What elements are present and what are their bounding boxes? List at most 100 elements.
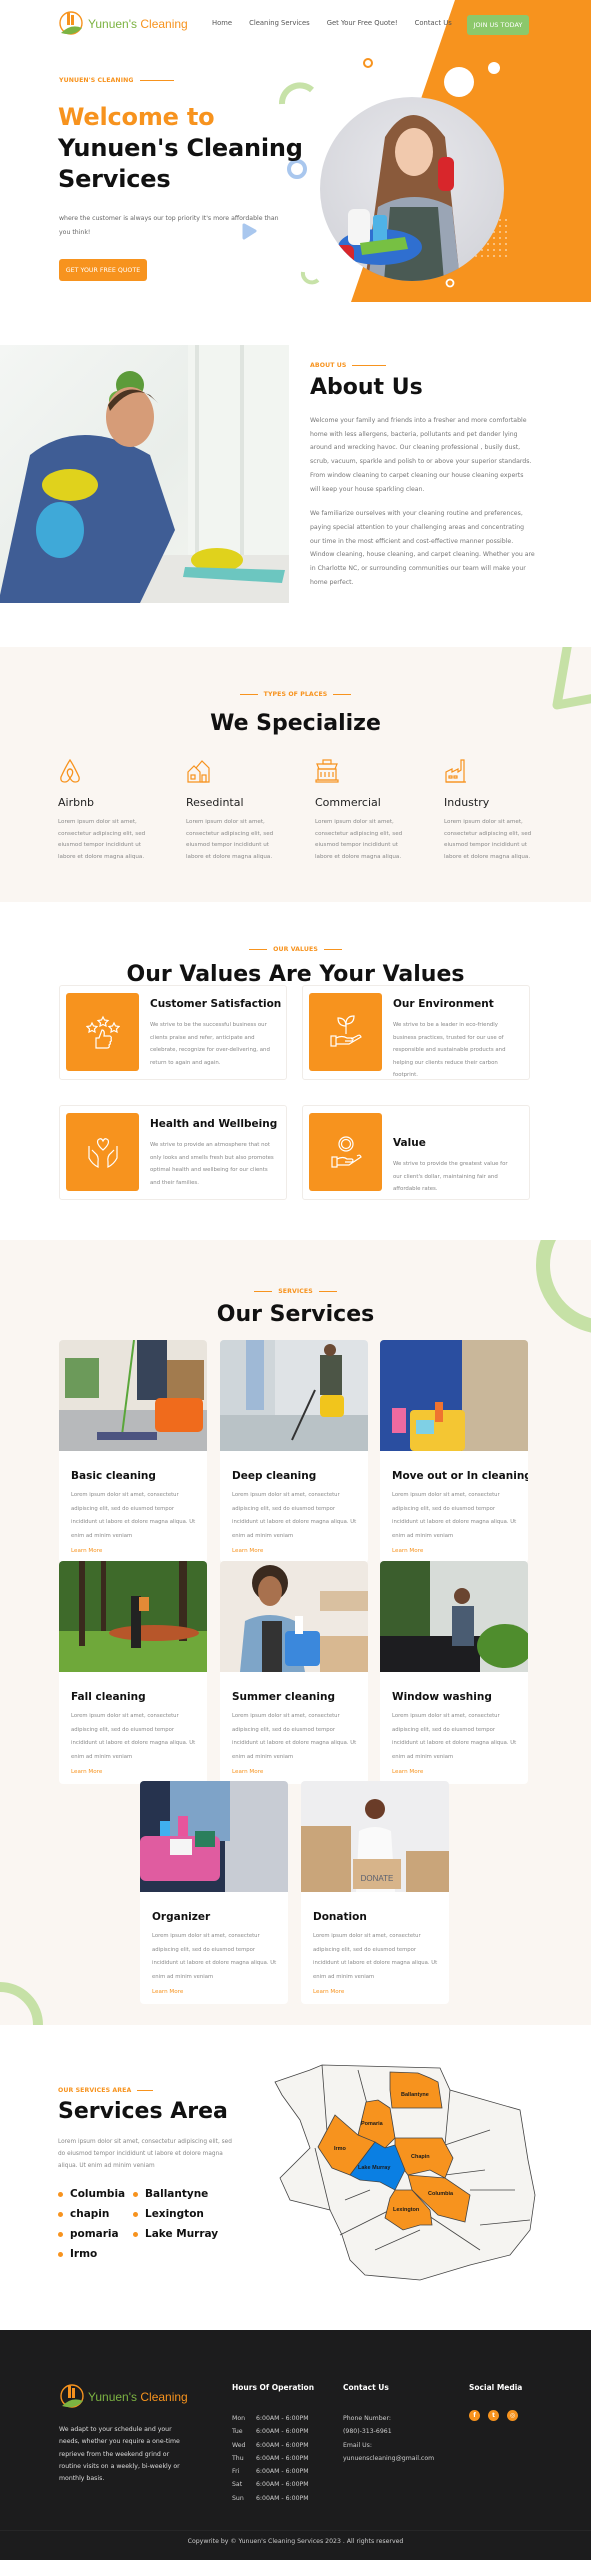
about-paragraph: Welcome your family and friends into a f… — [310, 417, 532, 493]
value-title: Customer Satisfaction — [150, 998, 282, 1010]
learn-more-link[interactable]: Learn More — [392, 1548, 528, 1554]
area-list-item: Irmo — [58, 2248, 133, 2260]
decor-shape — [552, 647, 591, 710]
area-title: Services Area — [58, 2099, 228, 2124]
value-card-our-environment: Our Environment We strive to be a leader… — [302, 985, 530, 1080]
service-title: Donation — [313, 1911, 367, 1923]
value-text: We strive to provide an atmosphere that … — [150, 1142, 274, 1186]
specialize-title: We Specialize — [210, 711, 381, 736]
hero-title: Welcome to Yunuen's Cleaning Services — [58, 103, 303, 193]
service-photo-cleaning-supplies — [140, 1781, 288, 1892]
heart-hands-icon — [87, 1138, 118, 1168]
hours-row: Wed 6:00AM - 6:00PM — [232, 2441, 309, 2449]
services-section: SERVICES Our Services Basic cleaning Lor… — [0, 1240, 591, 2025]
email-link[interactable]: yunuenscleaning@gmail.com — [343, 2452, 434, 2465]
service-card-basic-cleaning[interactable]: Basic cleaning Lorem ipsum dolor sit ame… — [59, 1340, 207, 1563]
hours-row: Mon 6:00AM - 6:00PM — [232, 2415, 309, 2422]
service-text: Lorem ipsum dolor sit amet, consectetur … — [392, 1492, 517, 1539]
specialize-item-text: Lorem ipsum dolor sit amet, consectetur … — [444, 819, 532, 860]
learn-more-link[interactable]: Learn More — [152, 1989, 288, 1995]
area-list-item: Columbia — [58, 2188, 133, 2200]
service-photo-leaf-blower — [59, 1561, 207, 1672]
services-area-map: Ballantyne Pomaria Irmo Chapin Lake Murr… — [274, 2064, 536, 2281]
service-text: Lorem ipsum dolor sit amet, consectetur … — [313, 1933, 438, 1980]
free-quote-button[interactable]: GET YOUR FREE QUOTE — [59, 259, 147, 281]
learn-more-link[interactable]: Learn More — [71, 1548, 207, 1554]
about-kicker: ABOUT US — [310, 362, 535, 369]
area-list-item: Lake Murray — [133, 2228, 223, 2240]
footer-about: We adapt to your schedule and your needs… — [59, 2426, 180, 2483]
value-title: Value — [393, 1137, 426, 1149]
services-title: Our Services — [216, 1302, 375, 1327]
stars-thumbs-up-icon — [85, 1015, 120, 1049]
logo-icon — [59, 11, 83, 35]
specialize-item-commercial: Commercial Lorem ipsum dolor sit amet, c… — [315, 758, 444, 863]
map-label: Chapin — [411, 2154, 430, 2160]
area-description: Lorem ipsum dolor sit amet, consectetur … — [58, 2139, 232, 2169]
service-title: Window washing — [392, 1691, 492, 1703]
footer-contact: Contact Us Phone Number: (980)-313-6961 … — [343, 2383, 434, 2465]
hours-row: Tue 6:00AM - 6:00PM — [232, 2428, 309, 2436]
phone-link[interactable]: (980)-313-6961 — [343, 2425, 434, 2438]
service-text: Lorem ipsum dolor sit amet, consectetur … — [71, 1492, 196, 1539]
service-card-deep-cleaning[interactable]: Deep cleaning Lorem ipsum dolor sit amet… — [220, 1340, 368, 1563]
service-title: Organizer — [152, 1911, 211, 1923]
footer-logo[interactable]: Yunuen's Cleaning — [59, 2382, 188, 2412]
specialize-item-text: Lorem ipsum dolor sit amet, consectetur … — [58, 819, 146, 860]
specialize-item-title: Industry — [444, 796, 490, 809]
service-card-fall-cleaning[interactable]: Fall cleaning Lorem ipsum dolor sit amet… — [59, 1561, 207, 1784]
learn-more-link[interactable]: Learn More — [313, 1989, 449, 1995]
service-card-window-washing[interactable]: Window washing Lorem ipsum dolor sit ame… — [380, 1561, 528, 1784]
value-text: We strive to be a leader in eco-friendly… — [393, 1022, 506, 1078]
instagram-icon[interactable]: ◎ — [507, 2410, 518, 2421]
nav-contact-us[interactable]: Contact Us — [415, 19, 452, 27]
hero-section: Yunuen's Cleaning Home Cleaning Services… — [0, 0, 591, 302]
learn-more-link[interactable]: Learn More — [232, 1548, 368, 1554]
specialize-item-title: Commercial — [315, 796, 381, 809]
main-nav: Home Cleaning Services Get Your Free Quo… — [212, 19, 452, 27]
hero-photo-cleaning-woman — [320, 97, 504, 281]
area-kicker: OUR SERVICES AREA — [58, 2087, 154, 2094]
social-title: Social Media — [469, 2383, 523, 2392]
facebook-icon[interactable]: f — [469, 2410, 480, 2421]
service-card-organizer[interactable]: Organizer Lorem ipsum dolor sit amet, co… — [140, 1781, 288, 2004]
service-title: Fall cleaning — [71, 1691, 146, 1703]
airbnb-icon — [60, 758, 80, 783]
specialize-item-airbnb: Airbnb Lorem ipsum dolor sit amet, conse… — [58, 758, 187, 863]
service-card-move-cleaning[interactable]: Move out or In cleaning Lorem ipsum dolo… — [380, 1340, 528, 1563]
service-card-donation[interactable]: DONATE Donation Lorem ipsum dolor sit am… — [301, 1781, 449, 2004]
learn-more-link[interactable]: Learn More — [71, 1769, 207, 1775]
values-kicker: OUR VALUES — [0, 946, 591, 953]
about-photo-man-cleaning-window — [0, 345, 289, 603]
service-title: Deep cleaning — [232, 1470, 317, 1482]
about-text: ABOUT US About Us Welcome your family an… — [310, 362, 535, 600]
learn-more-link[interactable]: Learn More — [232, 1769, 368, 1775]
service-text: Lorem ipsum dolor sit amet, consectetur … — [232, 1713, 357, 1760]
logo-icon — [60, 2384, 84, 2408]
service-title: Basic cleaning — [71, 1470, 156, 1482]
value-card-customer-satisfaction: Customer Satisfaction We strive to be th… — [59, 985, 287, 1080]
logo-text: Yunuen's Cleaning — [88, 17, 188, 31]
service-photo-vacuuming — [220, 1340, 368, 1451]
email-label: Email Us: — [343, 2441, 372, 2449]
logo[interactable]: Yunuen's Cleaning — [58, 9, 188, 39]
specialize-item-residential: Resedintal Lorem ipsum dolor sit amet, c… — [186, 758, 315, 863]
nav-home[interactable]: Home — [212, 19, 232, 27]
specialize-kicker: TYPES OF PLACES — [0, 691, 591, 698]
twitter-icon[interactable]: t — [488, 2410, 499, 2421]
join-us-button[interactable]: JOIN US TODAY — [467, 15, 529, 35]
service-photo-move-in — [380, 1340, 528, 1451]
houses-icon — [187, 760, 210, 783]
service-text: Lorem ipsum dolor sit amet, consectetur … — [392, 1713, 517, 1760]
value-card-value: Value We strive to provide the greatest … — [302, 1105, 530, 1200]
values-section: OUR VALUES Our Values Are Your Values Cu… — [0, 902, 591, 1240]
map-label: Pomaria — [361, 2121, 384, 2127]
service-card-summer-cleaning[interactable]: Summer cleaning Lorem ipsum dolor sit am… — [220, 1561, 368, 1784]
nav-free-quote[interactable]: Get Your Free Quote! — [327, 19, 398, 27]
service-text: Lorem ipsum dolor sit amet, consectetur … — [232, 1492, 357, 1539]
learn-more-link[interactable]: Learn More — [392, 1769, 528, 1775]
hero-kicker: YUNUEN'S CLEANING — [59, 77, 174, 84]
nav-cleaning-services[interactable]: Cleaning Services — [249, 19, 310, 27]
services-kicker: SERVICES — [0, 1288, 591, 1295]
value-card-health-wellbeing: Health and Wellbeing We strive to provid… — [59, 1105, 287, 1200]
